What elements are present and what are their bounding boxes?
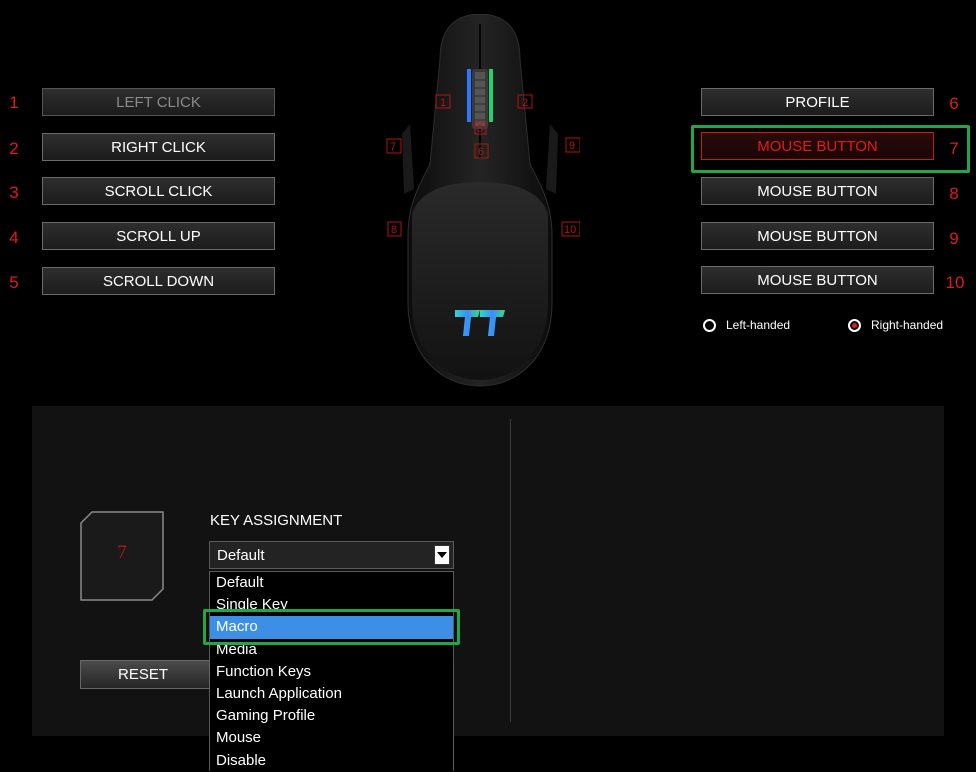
mouse-marker-5: 5 (477, 123, 483, 135)
option-launch-application[interactable]: Launch Application (210, 683, 453, 705)
button-number-9: 9 (949, 229, 959, 248)
button-number-5: 5 (9, 273, 19, 292)
mouse-marker-8: 8 (391, 224, 397, 236)
right-handed-radio[interactable]: Right-handed (848, 318, 943, 332)
left-handed-label: Left-handed (726, 318, 791, 332)
mouse-marker-2: 2 (522, 97, 528, 109)
button-number-10: 10 (945, 273, 965, 292)
mouse-button-10[interactable]: MOUSE BUTTON (701, 266, 934, 294)
dropdown-selected-value: Default (217, 546, 265, 564)
key-assignment-options: Default Single Key Macro Media Function … (209, 571, 454, 771)
scroll-click-button[interactable]: SCROLL CLICK (42, 177, 275, 205)
button-number-1: 1 (9, 93, 19, 112)
button-number-8: 8 (949, 184, 959, 203)
reset-button[interactable]: RESET (80, 660, 210, 689)
right-handed-label: Right-handed (871, 318, 944, 332)
green-highlight-macro-option (203, 609, 460, 645)
mouse-marker-6: 6 (478, 146, 484, 158)
mouse-illustration: 1 2 5 6 7 8 9 10 (380, 13, 581, 390)
mouse-button-7[interactable]: MOUSE BUTTON (701, 132, 934, 160)
key-assignment-dropdown[interactable]: Default (209, 541, 454, 569)
mouse-button-9[interactable]: MOUSE BUTTON (701, 222, 934, 250)
button-number-2: 2 (9, 139, 19, 158)
radio-checked-icon (848, 318, 861, 332)
mouse-graphic: 1 2 5 6 7 8 9 10 (386, 13, 581, 387)
left-handed-radio[interactable]: Left-handed (703, 318, 790, 332)
radio-unchecked-icon (703, 318, 716, 332)
panel-divider (510, 419, 511, 722)
option-disable[interactable]: Disable (210, 750, 453, 772)
profile-button[interactable]: PROFILE (701, 88, 934, 116)
option-function-keys[interactable]: Function Keys (210, 661, 453, 683)
mouse-marker-9: 9 (569, 140, 575, 152)
mouse-marker-7: 7 (390, 141, 396, 153)
key-assignment-label: KEY ASSIGNMENT (210, 512, 343, 529)
option-mouse[interactable]: Mouse (210, 727, 453, 749)
scroll-up-button[interactable]: SCROLL UP (42, 222, 275, 250)
button-number-6: 6 (949, 94, 959, 113)
mouse-marker-1: 1 (440, 97, 446, 109)
right-click-button[interactable]: RIGHT CLICK (42, 133, 275, 161)
mouse-button-8[interactable]: MOUSE BUTTON (701, 177, 934, 205)
selected-key-number: 7 (117, 542, 127, 563)
button-number-4: 4 (9, 228, 19, 247)
scroll-down-button[interactable]: SCROLL DOWN (42, 267, 275, 295)
left-click-button[interactable]: LEFT CLICK (42, 88, 275, 116)
dropdown-arrow-icon[interactable] (434, 545, 450, 565)
mouse-marker-10: 10 (564, 224, 576, 236)
button-number-7: 7 (949, 139, 959, 158)
option-default[interactable]: Default (210, 572, 453, 594)
option-gaming-profile[interactable]: Gaming Profile (210, 705, 453, 727)
button-number-3: 3 (9, 183, 19, 202)
